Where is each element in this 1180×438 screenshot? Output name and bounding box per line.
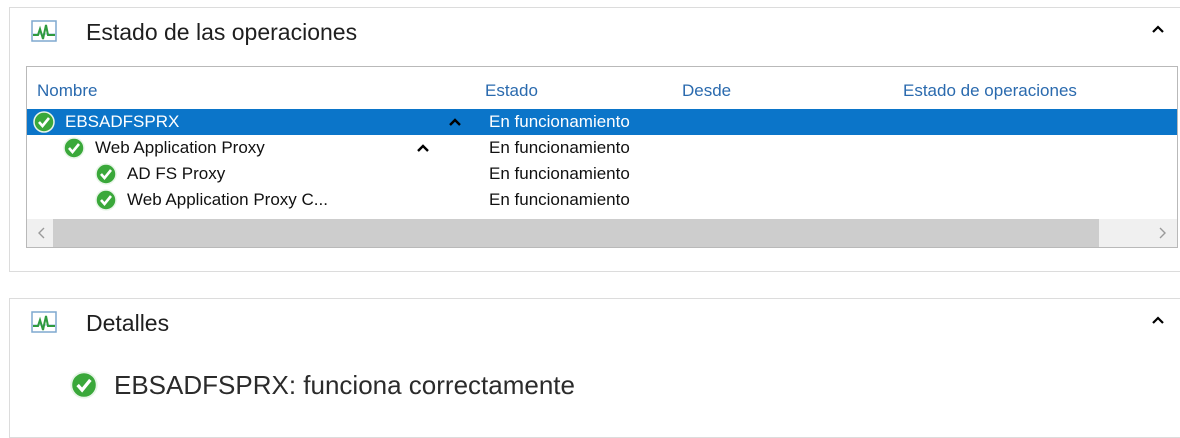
grid-row-web-application-proxy-c[interactable]: Web Application Proxy C... En funcionami…: [27, 187, 1177, 213]
row-state: En funcionamiento: [489, 164, 630, 183]
column-header-state[interactable]: Estado: [485, 81, 538, 101]
scroll-left-icon[interactable]: [35, 226, 49, 240]
column-header-ops-state[interactable]: Estado de operaciones: [903, 81, 1077, 101]
row-state: En funcionamiento: [489, 190, 630, 209]
details-panel: Detalles EBSADFSPRX: funciona correctame…: [9, 298, 1180, 438]
operations-panel-header[interactable]: Estado de las operaciones: [10, 8, 1180, 56]
column-header-since[interactable]: Desde: [682, 81, 731, 101]
grid-row-web-application-proxy[interactable]: Web Application Proxy En funcionamiento: [27, 135, 1177, 161]
health-chart-icon: [31, 311, 57, 333]
horizontal-scrollbar[interactable]: [27, 219, 1177, 247]
row-state: En funcionamiento: [489, 112, 630, 131]
collapse-details-button[interactable]: [1150, 313, 1166, 327]
operations-status-panel: Estado de las operaciones Nombre Estado …: [9, 7, 1180, 272]
details-message: EBSADFSPRX: funciona correctamente: [114, 370, 575, 400]
scroll-right-icon[interactable]: [1155, 226, 1169, 240]
row-name: Web Application Proxy: [95, 138, 265, 157]
ok-check-icon: [70, 371, 98, 399]
health-chart-icon: [31, 20, 57, 42]
grid-row-ebsadfsprx[interactable]: EBSADFSPRX En funcionamiento: [27, 109, 1177, 135]
ok-check-icon: [33, 111, 55, 133]
ok-check-icon: [95, 189, 117, 211]
collapse-row-icon[interactable]: [447, 115, 463, 129]
ok-check-icon: [63, 137, 85, 159]
column-header-name[interactable]: Nombre: [37, 81, 97, 101]
row-name: EBSADFSPRX: [65, 112, 180, 131]
details-panel-title: Detalles: [86, 310, 170, 336]
collapse-row-icon[interactable]: [415, 141, 431, 155]
grid-row-ad-fs-proxy[interactable]: AD FS Proxy En funcionamiento: [27, 161, 1177, 187]
ok-check-icon: [95, 163, 117, 185]
operations-panel-title: Estado de las operaciones: [86, 19, 358, 45]
operations-grid[interactable]: Nombre Estado Desde Estado de operacione…: [26, 66, 1178, 248]
row-state: En funcionamiento: [489, 138, 630, 157]
row-name: AD FS Proxy: [127, 164, 226, 183]
collapse-operations-button[interactable]: [1150, 22, 1166, 36]
details-panel-header[interactable]: Detalles: [10, 299, 1180, 347]
scrollbar-thumb[interactable]: [53, 219, 1099, 247]
row-name: Web Application Proxy C...: [127, 190, 328, 209]
